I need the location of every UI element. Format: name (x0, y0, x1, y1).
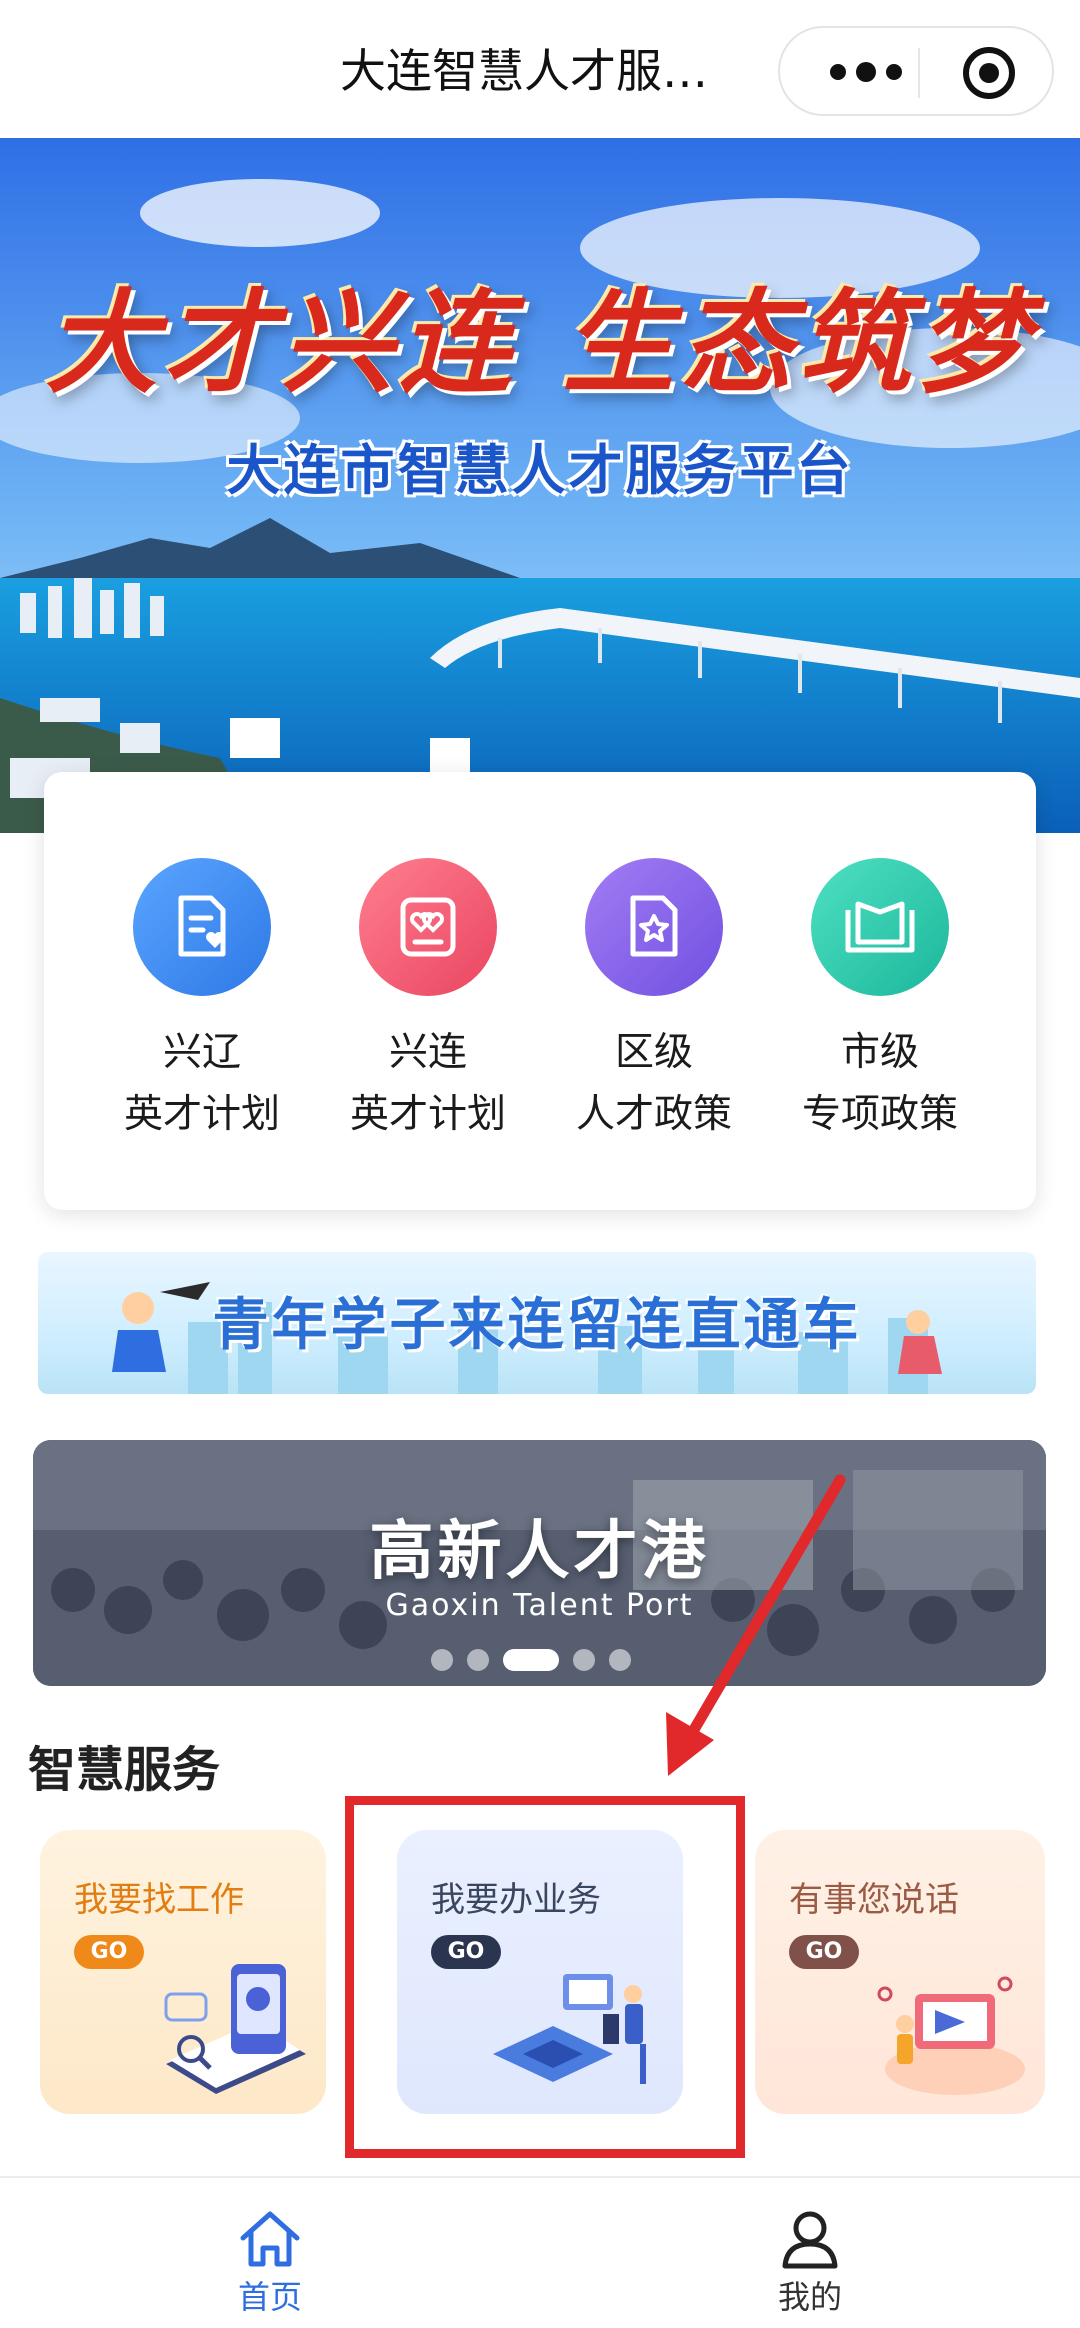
speak-up-tile[interactable]: 有事您说话 GO (755, 1830, 1045, 2114)
job-search-illustration (164, 1964, 306, 2094)
service-xingliao[interactable]: 兴辽 英才计划 (92, 858, 312, 1146)
carousel-dot[interactable] (431, 1649, 453, 1671)
gaoxin-carousel[interactable]: 高新人才港 Gaoxin Talent Port (33, 1440, 1046, 1686)
mini-program-header: 大连智慧人才服… (0, 0, 1080, 138)
go-badge: GO (789, 1935, 859, 1969)
carousel-indicator[interactable] (431, 1648, 631, 1672)
find-job-tile[interactable]: 我要找工作 GO (40, 1830, 326, 2114)
service-label-line2: 英才计划 (123, 1092, 280, 1137)
document-heart-icon (133, 858, 271, 996)
policy-service-card: 兴辽 英才计划 兴连 英才计划 区级 人才政策 市级 专项政策 (44, 772, 1036, 1210)
more-dots-icon[interactable] (816, 50, 916, 94)
user-icon (782, 2211, 838, 2269)
tab-home[interactable]: 首页 (170, 2208, 370, 2318)
service-label-line1: 区级 (614, 1030, 693, 1075)
star-document-icon (585, 858, 723, 996)
smart-services-title: 智慧服务 (28, 1742, 221, 1798)
consultation-illustration (877, 1976, 1025, 2095)
service-label-line2: 人才政策 (575, 1092, 732, 1137)
target-close-icon[interactable] (960, 44, 1018, 102)
carousel-dot[interactable] (609, 1649, 631, 1671)
home-icon (240, 2211, 300, 2267)
platform-name: 大连市智慧人才服务平台 (226, 439, 854, 502)
hero-banner[interactable]: 大才兴连 生态筑梦 大连市智慧人才服务平台 (0, 138, 1080, 833)
tab-mine-label: 我的 (777, 2278, 842, 2316)
hero-slogan: 大才兴连 生态筑梦 (45, 278, 1035, 409)
youth-express-banner[interactable]: 青年学子来连留连直通车 (38, 1252, 1036, 1394)
go-badge: GO (74, 1935, 144, 1969)
service-district-policy[interactable]: 区级 人才政策 (544, 858, 764, 1146)
carousel-dot[interactable] (573, 1649, 595, 1671)
tile-label: 有事您说话 (789, 1880, 959, 1920)
service-label-line1: 兴连 (388, 1030, 467, 1075)
bottom-tab-bar: 首页 我的 (0, 2176, 1080, 2328)
service-label-line2: 英才计划 (349, 1092, 506, 1137)
service-xinglian[interactable]: 兴连 英才计划 (318, 858, 538, 1146)
open-book-icon (811, 858, 949, 996)
mini-program-capsule (778, 26, 1054, 116)
service-label-line1: 兴辽 (162, 1030, 241, 1075)
carousel-subtitle: Gaoxin Talent Port (385, 1588, 694, 1623)
tab-mine[interactable]: 我的 (710, 2208, 910, 2318)
capsule-divider (918, 48, 920, 98)
service-label-line1: 市级 (840, 1030, 919, 1075)
tile-label: 我要找工作 (74, 1880, 244, 1920)
youth-banner-text: 青年学子来连留连直通车 (212, 1293, 862, 1358)
tab-home-label: 首页 (237, 2278, 302, 2316)
card-hearts-icon (359, 858, 497, 996)
page-title: 大连智慧人才服… (340, 44, 708, 98)
carousel-title: 高新人才港 (369, 1515, 710, 1589)
carousel-dot-active[interactable] (503, 1649, 559, 1671)
carousel-dot[interactable] (467, 1649, 489, 1671)
highlight-box (345, 1796, 745, 2158)
service-label-line2: 专项政策 (801, 1092, 958, 1137)
service-city-policy[interactable]: 市级 专项政策 (770, 858, 990, 1146)
